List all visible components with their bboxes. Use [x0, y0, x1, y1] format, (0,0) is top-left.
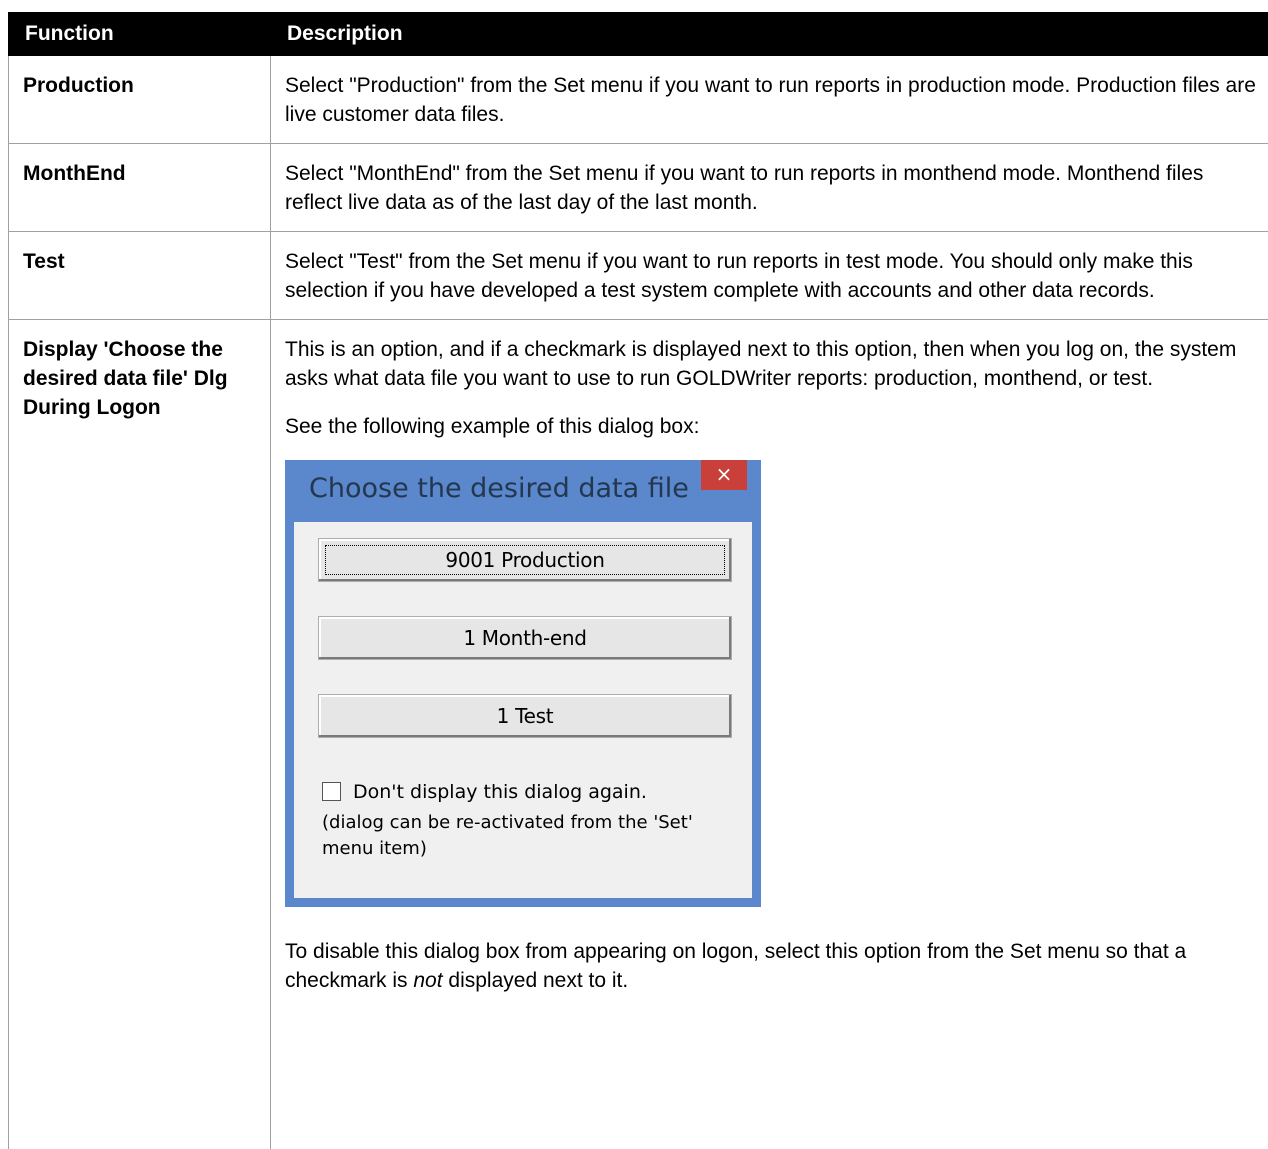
production-button[interactable]: 9001 Production: [318, 538, 732, 582]
dialog-body: 9001 Production 1 Month-end 1 Test Don't…: [294, 522, 752, 898]
function-description-table: Function Description Production Select "…: [8, 12, 1268, 1149]
choose-data-file-dialog: Choose the desired data file × 9001 Prod…: [285, 460, 761, 907]
description-paragraph: To disable this dialog box from appearin…: [285, 937, 1256, 995]
table-row: Display 'Choose the desired data file' D…: [9, 320, 1268, 1149]
description-cell-test: Select "Test" from the Set menu if you w…: [271, 232, 1268, 320]
checkbox-label: Don't display this dialog again.: [353, 781, 647, 803]
table-header-row: Function Description: [9, 13, 1268, 56]
disable-text-end: displayed next to it.: [443, 969, 629, 992]
function-cell-production: Production: [9, 56, 271, 144]
close-icon[interactable]: ×: [701, 460, 747, 490]
function-cell-test: Test: [9, 232, 271, 320]
description-paragraph: This is an option, and if a checkmark is…: [285, 335, 1256, 393]
function-cell-display-dialog: Display 'Choose the desired data file' D…: [9, 320, 271, 1149]
description-cell-display-dialog: This is an option, and if a checkmark is…: [271, 320, 1268, 1149]
test-button[interactable]: 1 Test: [318, 694, 732, 738]
month-end-button-label: 1 Month-end: [463, 626, 586, 650]
description-cell-monthend: Select "MonthEnd" from the Set menu if y…: [271, 144, 1268, 232]
month-end-button[interactable]: 1 Month-end: [318, 616, 732, 660]
description-paragraph: See the following example of this dialog…: [285, 412, 1256, 441]
dont-display-checkbox[interactable]: [322, 782, 341, 801]
description-cell-production: Select "Production" from the Set menu if…: [271, 56, 1268, 144]
table-row: Production Select "Production" from the …: [9, 56, 1268, 144]
dont-display-checkbox-row[interactable]: Don't display this dialog again.: [322, 778, 647, 807]
emphasis-not: not: [413, 969, 442, 992]
description-column-header: Description: [271, 13, 1268, 56]
reactivation-note: (dialog can be re-activated from the 'Se…: [322, 810, 742, 862]
dialog-title: Choose the desired data file: [309, 474, 689, 503]
function-cell-monthend: MonthEnd: [9, 144, 271, 232]
production-button-label: 9001 Production: [445, 548, 604, 572]
test-button-label: 1 Test: [497, 704, 554, 728]
table-row: MonthEnd Select "MonthEnd" from the Set …: [9, 144, 1268, 232]
table-row: Test Select "Test" from the Set menu if …: [9, 232, 1268, 320]
function-column-header: Function: [9, 13, 271, 56]
